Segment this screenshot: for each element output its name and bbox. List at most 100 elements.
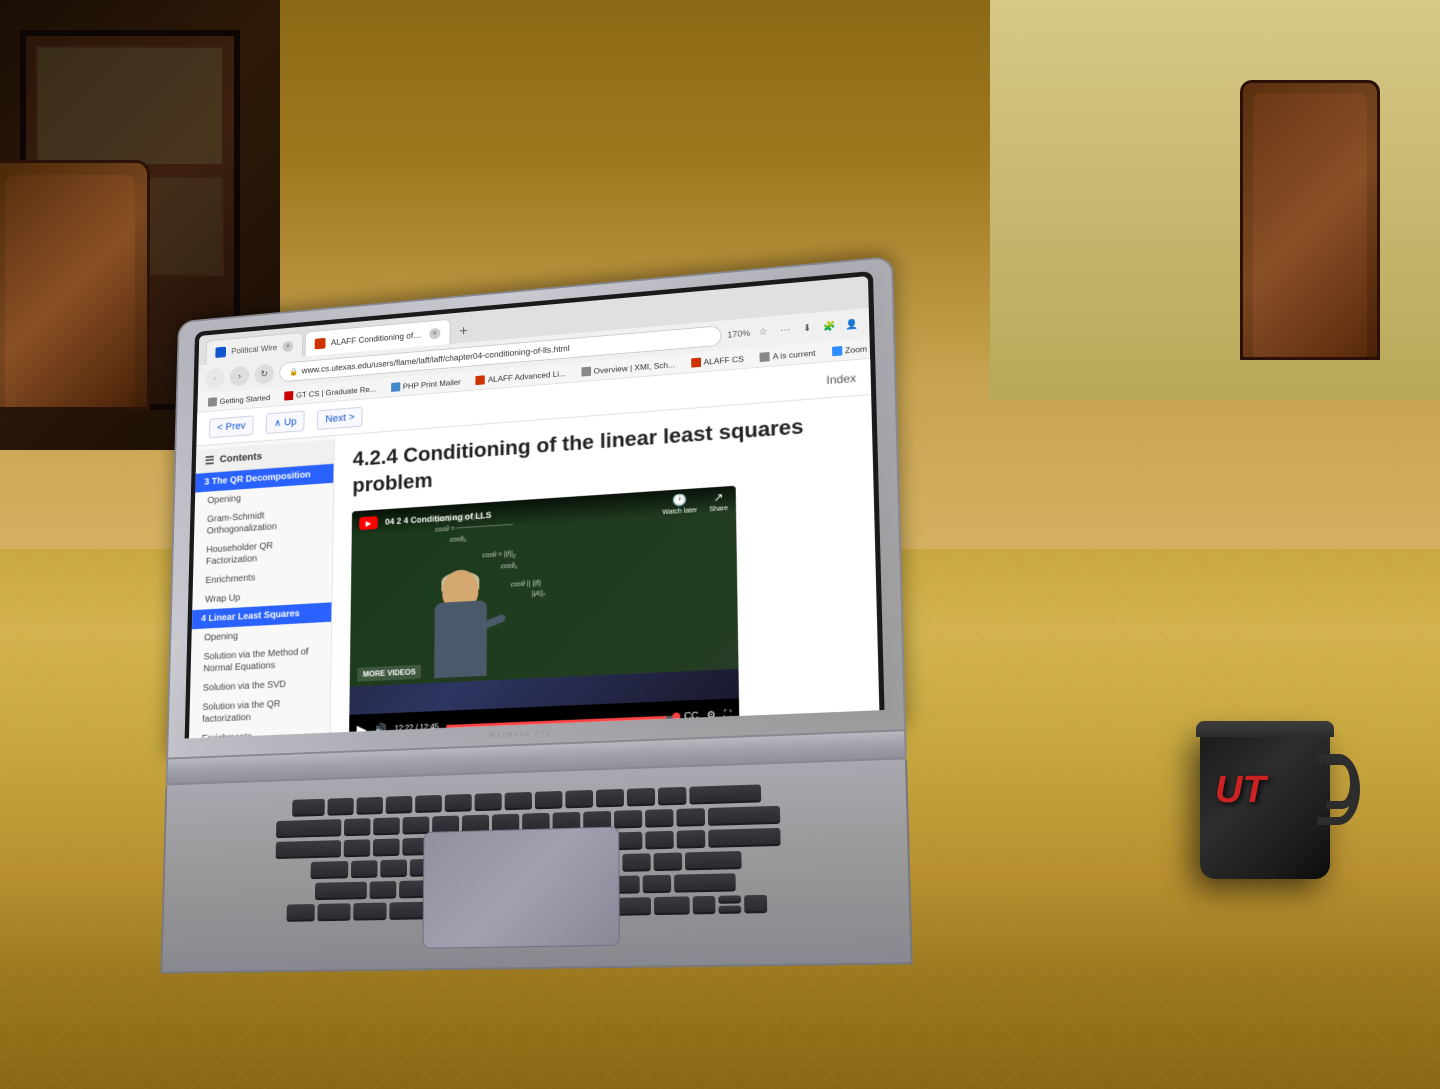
key-slash[interactable] xyxy=(643,875,672,894)
key-arrow-left[interactable] xyxy=(693,896,716,915)
key-shift-left[interactable] xyxy=(315,882,367,900)
key-s[interactable] xyxy=(380,860,407,878)
key-equals[interactable] xyxy=(676,808,705,827)
play-button[interactable]: ▶ xyxy=(356,721,366,732)
tab-favicon-1 xyxy=(215,346,226,357)
sidebar-item-4-normal-label: Solution via the Method of Normal Equati… xyxy=(203,647,308,674)
progress-thumb xyxy=(672,713,680,721)
key-1[interactable] xyxy=(343,818,370,836)
lock-icon: 🔒 xyxy=(289,367,298,376)
key-bracket-right[interactable] xyxy=(676,830,705,849)
mug-handle xyxy=(1326,757,1358,809)
key-semicolon[interactable] xyxy=(622,853,650,872)
key-q[interactable] xyxy=(343,839,370,857)
key-f5[interactable] xyxy=(445,794,472,812)
macbook-lid-label: MacBook Pro xyxy=(489,730,551,739)
key-backspace[interactable] xyxy=(707,806,779,826)
key-f2[interactable] xyxy=(356,797,383,815)
key-shift-right[interactable] xyxy=(674,873,736,892)
key-f6[interactable] xyxy=(475,793,502,811)
share-icon: ↗ xyxy=(713,491,723,505)
key-esc[interactable] xyxy=(292,799,325,817)
bookmark-getting-started[interactable]: Getting Started xyxy=(204,390,273,408)
key-option[interactable] xyxy=(353,903,386,921)
key-f12[interactable] xyxy=(658,787,686,806)
fullscreen-button[interactable]: ⛶ xyxy=(724,709,731,720)
key-f1[interactable] xyxy=(327,798,353,816)
main-content: < Prev ∧ Up Next > xyxy=(331,359,880,733)
key-2[interactable] xyxy=(373,817,400,835)
bookmark-favicon-2 xyxy=(284,391,293,401)
bookmark-label-7: A is current xyxy=(773,348,816,361)
menu-button[interactable]: ⋯ xyxy=(776,321,794,339)
bookmark-current[interactable]: A is current xyxy=(756,346,820,364)
bookmark-zoom[interactable]: Zoom - The Universi... xyxy=(828,338,871,358)
index-label[interactable]: Index xyxy=(826,371,856,387)
key-z[interactable] xyxy=(370,881,397,899)
key-quote[interactable] xyxy=(653,853,682,872)
key-arrow-up[interactable] xyxy=(718,895,741,904)
key-capslock[interactable] xyxy=(310,861,348,879)
video-action-btns: 🕐 Watch later ↗ Share xyxy=(662,490,728,516)
bookmark-php[interactable]: PHP Print Mailer xyxy=(387,375,464,394)
bookmark-label-5: Overview | XMI, Sch... xyxy=(594,359,676,375)
time-display: 12:22 / 12:45 xyxy=(395,722,439,732)
bookmark-favicon-6 xyxy=(691,357,701,367)
bookmark-label-3: PHP Print Mailer xyxy=(403,377,461,391)
next-button[interactable]: Next > xyxy=(331,406,363,429)
key-a[interactable] xyxy=(350,860,377,878)
download-button[interactable]: ⬇ xyxy=(798,319,816,337)
cc-button[interactable]: CC xyxy=(684,710,699,721)
key-minus[interactable] xyxy=(645,809,673,828)
key-3[interactable] xyxy=(402,816,429,834)
share-btn[interactable]: ↗ Share xyxy=(709,490,728,513)
key-backtick[interactable] xyxy=(276,819,341,838)
key-f10[interactable] xyxy=(596,789,624,808)
trackpad[interactable] xyxy=(423,826,620,948)
key-f8[interactable] xyxy=(535,791,563,809)
forward-button[interactable]: › xyxy=(230,366,250,387)
sidebar-item-3-wrapup-label: Wrap Up xyxy=(205,593,240,605)
key-f7[interactable] xyxy=(505,792,532,810)
settings-button[interactable]: ⚙ xyxy=(707,710,716,721)
progress-bar[interactable] xyxy=(446,715,676,727)
key-delete[interactable] xyxy=(689,784,761,804)
laptop-container: Political Wire × ALAFF Conditioning of t… xyxy=(160,254,934,973)
key-0[interactable] xyxy=(614,810,642,829)
cabinet-glass xyxy=(36,46,224,166)
bookmark-alaff-cs[interactable]: ALAFF CS xyxy=(687,351,748,369)
refresh-button[interactable]: ↻ xyxy=(254,363,274,384)
bookmark-button[interactable]: ☆ xyxy=(754,323,772,341)
key-f11[interactable] xyxy=(627,788,655,807)
video-container: ||B(δ)-A(δ)||·||x||cosθ = ──────────── c… xyxy=(349,486,740,733)
key-w[interactable] xyxy=(372,838,399,856)
tab-close-1[interactable]: × xyxy=(282,340,293,352)
bookmark-label-2: GT CS | Graduate Re... xyxy=(296,384,376,399)
sidebar-item-4-opening-label: Opening xyxy=(204,631,238,643)
next-label: Next > xyxy=(331,411,355,424)
key-arrow-right[interactable] xyxy=(744,895,767,914)
bookmark-label-4: ALAFF Advanced Li... xyxy=(488,368,566,383)
key-bracket-left[interactable] xyxy=(645,831,673,850)
key-fn[interactable] xyxy=(287,904,315,922)
key-return[interactable] xyxy=(684,851,741,870)
extension-button[interactable]: 🧩 xyxy=(820,317,839,335)
key-control[interactable] xyxy=(317,903,350,921)
new-tab-button[interactable]: + xyxy=(452,320,474,344)
more-videos-btn[interactable]: MORE VIDEOS xyxy=(357,665,421,682)
key-option-right[interactable] xyxy=(654,896,690,915)
sidebar-item-3-opening-label: Opening xyxy=(207,494,241,506)
key-x[interactable] xyxy=(399,880,426,898)
nav-actions: 170% ☆ ⋯ ⬇ 🧩 👤 xyxy=(727,315,861,343)
key-f3[interactable] xyxy=(386,796,413,814)
profile-button[interactable]: 👤 xyxy=(842,315,861,333)
key-f9[interactable] xyxy=(565,790,593,808)
back-button[interactable]: ‹ xyxy=(205,368,225,389)
key-tab[interactable] xyxy=(275,840,340,859)
key-backslash[interactable] xyxy=(708,828,780,848)
watch-later-btn[interactable]: 🕐 Watch later xyxy=(662,492,697,516)
key-f4[interactable] xyxy=(415,795,442,813)
key-arrow-down[interactable] xyxy=(718,905,741,914)
tab-close-2[interactable]: × xyxy=(429,327,440,339)
volume-button[interactable]: 🔊 xyxy=(374,722,387,732)
